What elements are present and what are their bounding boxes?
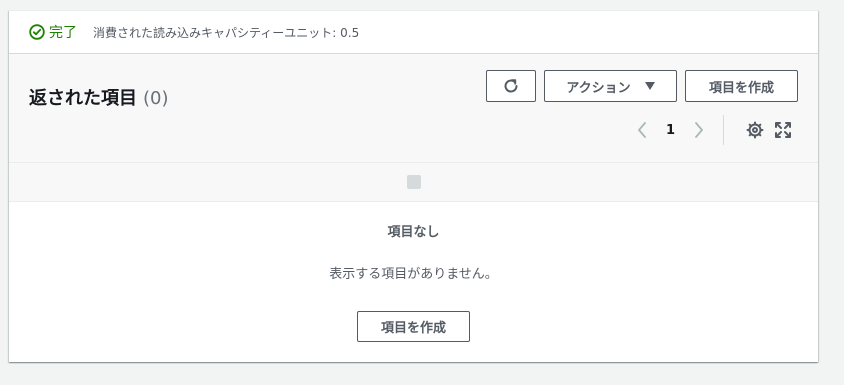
fullscreen-icon[interactable] [774,121,792,139]
create-item-label: 項目を作成 [708,80,774,96]
pager-divider [723,115,724,145]
item-count: (0) [143,88,169,109]
chevron-right-icon[interactable] [689,120,709,140]
table-header: 返された項目 (0) アクション 項目を作成 1 [9,54,818,163]
table-column-header-row [9,163,818,202]
status-bar: 完了 消費された読み込みキャパシティーユニット: 0.5 [9,11,818,54]
results-panel: 完了 消費された読み込みキャパシティーユニット: 0.5 返された項目 (0) ア… [9,10,818,362]
empty-state-create-button[interactable]: 項目を作成 [357,311,470,342]
settings-gear-icon[interactable] [746,121,764,139]
consumed-capacity-text: 消費された読み込みキャパシティーユニット: 0.5 [93,25,360,40]
select-all-checkbox[interactable] [406,175,421,189]
refresh-icon [502,77,520,95]
empty-state-title: 項目なし [387,225,440,240]
empty-state-description: 表示する項目がありません。 [329,267,498,282]
create-item-button[interactable]: 項目を作成 [685,70,798,102]
page-number[interactable]: 1 [666,123,675,138]
title-text: 返された項目 [29,88,137,109]
empty-state-create-label: 項目を作成 [380,320,446,335]
actions-label: アクション [566,80,631,96]
chevron-left-icon[interactable] [632,120,652,140]
check-circle-icon [29,24,45,40]
pagination: 1 [632,112,792,148]
actions-dropdown-button[interactable]: アクション [544,70,677,102]
caret-down-icon [644,82,655,90]
refresh-button[interactable] [486,70,536,102]
status-label: 完了 [49,25,77,41]
page-title: 返された項目 (0) [29,84,169,110]
